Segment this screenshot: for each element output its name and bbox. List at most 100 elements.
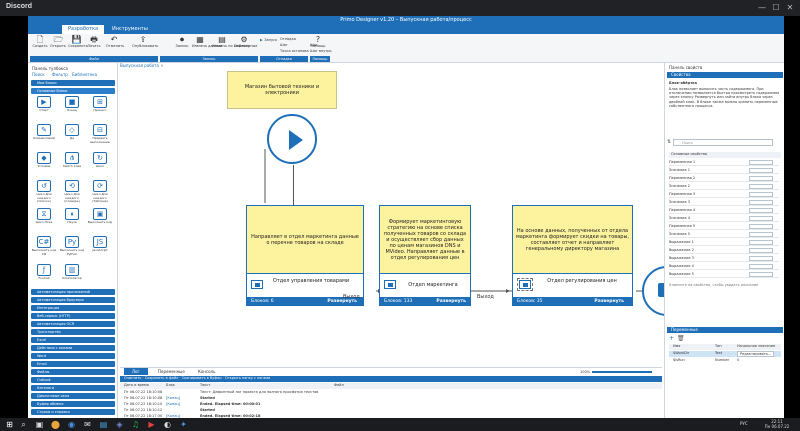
log-toolbar[interactable]: Очистить · Сохранить в файл · Скопироват… [120,376,662,382]
taskbar-app[interactable]: ◐ [162,419,173,430]
zoom-slider[interactable] [592,371,652,373]
open-button[interactable]: 🗁 Открыть [50,36,66,54]
undo-button[interactable]: ↶ Отменить [106,36,124,54]
process-block-inventory[interactable]: Направляет в отдел маркетинга данные о п… [246,205,364,306]
category-http[interactable]: Веб-сервис (HTTP) [31,313,115,319]
add-variable-icon[interactable]: + [669,335,674,342]
category-windows[interactable]: Действия с окнами [31,345,115,351]
category-apps[interactable]: Автоматизация приложений [31,289,115,295]
taskbar-app[interactable]: ◉ [66,419,77,430]
tool-while[interactable]: ⧖ Цикл Пока [31,208,57,234]
save-button[interactable]: 💾 Сохранить [68,36,88,54]
tool-python[interactable]: Py Выполнить код Python [59,236,85,262]
toolbox-search-link[interactable]: Поиск [32,72,45,77]
category-email[interactable]: Email [31,361,115,367]
taskbar-app[interactable]: ▤ [98,419,109,430]
close-tab-icon[interactable]: × [160,63,163,68]
property-row[interactable]: Выражение 2 [669,247,779,254]
taskbar-app[interactable]: ✉ [82,419,93,430]
property-row[interactable]: Значение 2 [669,183,779,190]
tool-foreach-list[interactable]: ↺ Цикл Для каждого (Список) [31,180,57,206]
tool-compiler[interactable]: ▥ Компилятор [59,264,85,284]
property-row[interactable]: Переменная 1 [669,159,779,166]
new-button[interactable]: 🗋 Создать [32,36,48,54]
property-row[interactable]: Выражение 3 [669,255,779,262]
tool-end[interactable]: ■ Конец [59,96,85,122]
discord-close-button[interactable]: ✕ [785,3,795,12]
tool-start[interactable]: ▶ Старт [31,96,57,122]
breakpoint-button[interactable]: Точка останова [280,49,309,53]
tool-foreach-dict[interactable]: ⟲ Цикл Для каждого (Словарь) [59,180,85,206]
tab-tools[interactable]: Инструменты [106,25,154,34]
property-row[interactable]: Значение 3 [669,199,779,206]
tool-csharp[interactable]: C# Выполнить код C# [31,236,57,262]
publish-button[interactable]: ⇪ Опубликовать [132,36,158,54]
language-indicator[interactable]: РУС [740,421,748,426]
clock-date[interactable]: Пн 06.07.22 [760,424,794,429]
property-row[interactable]: Переменная 4 [669,207,779,214]
process-block-pricing[interactable]: На основе данных, полученных от отдела м… [512,205,633,306]
category-transport[interactable]: Транспортёр [31,329,115,335]
tool-foreach-table[interactable]: ⟳ Цикл Для каждого (Таблица) [87,180,113,206]
properties-search-input[interactable]: Поиск [673,139,773,146]
category-excel[interactable]: Excel [31,337,115,343]
top-comment-note[interactable]: Магазин бытовой техники и электроники [227,71,337,109]
toolbox-library-link[interactable]: Библиотека [72,72,97,77]
property-row[interactable]: Выражение 1 [669,239,779,246]
tab-console[interactable]: Консоль [190,368,223,375]
discord-maximize-button[interactable]: ☐ [771,3,781,12]
tool-pause[interactable]: ⏸ Пауза [59,208,85,234]
taskbar-app[interactable]: ▣ [34,419,45,430]
property-row[interactable]: Значение 4 [669,215,779,222]
variable-row[interactable]: $WorkDir Text Редактировать... [669,351,781,357]
tool-process[interactable]: ⊞ Процесс [87,96,113,122]
tool-switch-case[interactable]: ⋔ Switch Case [59,152,85,178]
tool-condition[interactable]: ◆ Условие [31,152,57,178]
category-folders[interactable]: Каталоги [31,385,115,391]
category-word[interactable]: Word [31,353,115,359]
taskbar-app[interactable]: ▶ [146,419,157,430]
taskbar-app[interactable]: ♫ [130,419,141,430]
search-icon[interactable]: ⌕ [18,419,29,430]
tool-break[interactable]: ⊟ Прервать выполнение [87,124,113,150]
category-strings[interactable]: Строки и справки [31,409,115,415]
process-block-marketing[interactable]: Формирует маркетинговую стратегию на осн… [379,205,471,306]
tool-comment[interactable]: ✎ Комментарий [31,124,57,150]
delete-variable-icon[interactable]: 🗑 [677,335,685,342]
property-row[interactable]: Значение 5 [669,231,779,238]
category-ocr[interactable]: Автоматизация OCR [31,321,115,327]
property-row[interactable]: Переменная 2 [669,175,779,182]
category-outlook[interactable]: Outlook [31,377,115,383]
property-row[interactable]: Переменная 3 [669,191,779,198]
start-button[interactable]: ⊞ [4,419,15,430]
tab-variables[interactable]: Переменные [150,368,193,375]
category-clipboard[interactable]: Буфер обмена [31,401,115,407]
step-button[interactable]: Шаг [280,43,288,47]
taskbar-app[interactable]: ✦ [178,419,189,430]
tab-development[interactable]: Разработка [62,25,105,34]
print-button[interactable]: 🖶 Печать [86,36,102,54]
process-canvas[interactable]: Магазин бытовой техники и электроники На… [120,71,692,367]
variables-button[interactable]: ⚙ Переменные [234,36,257,54]
taskbar-app[interactable]: ⬤ [50,419,61,430]
category-browser[interactable]: Автоматизация браузера [31,297,115,303]
start-node[interactable] [267,114,317,164]
record-button[interactable]: ⏺ Запись [174,36,190,54]
toolbox-filter-link[interactable]: Фильтр [52,72,68,77]
property-row[interactable]: Переменная 5 [669,223,779,230]
category-basic-blocks[interactable]: Основные блоки [31,88,115,94]
tab-log[interactable]: Лог [124,368,148,375]
expand-link[interactable]: Развернуть [436,297,466,306]
help-button[interactable]: ? Помощь [310,36,326,54]
discord-minimize-button[interactable]: — [757,3,767,12]
property-row[interactable]: Значение 1 [669,167,779,174]
category-files[interactable]: Файлы [31,369,115,375]
variable-row[interactable]: $isRun Number 0 [669,358,781,364]
expand-link[interactable]: Развернуть [594,297,624,306]
sort-icon[interactable]: ⇅ [667,139,671,145]
category-dialogs[interactable]: Диалоговые окна [31,393,115,399]
category-my-blocks[interactable]: Мои блоки [31,80,115,86]
tool-yes[interactable]: ◇ Да [59,124,85,150]
property-row[interactable]: Выражение 5 [669,271,779,278]
debug-menu[interactable]: Отладка [280,37,296,41]
